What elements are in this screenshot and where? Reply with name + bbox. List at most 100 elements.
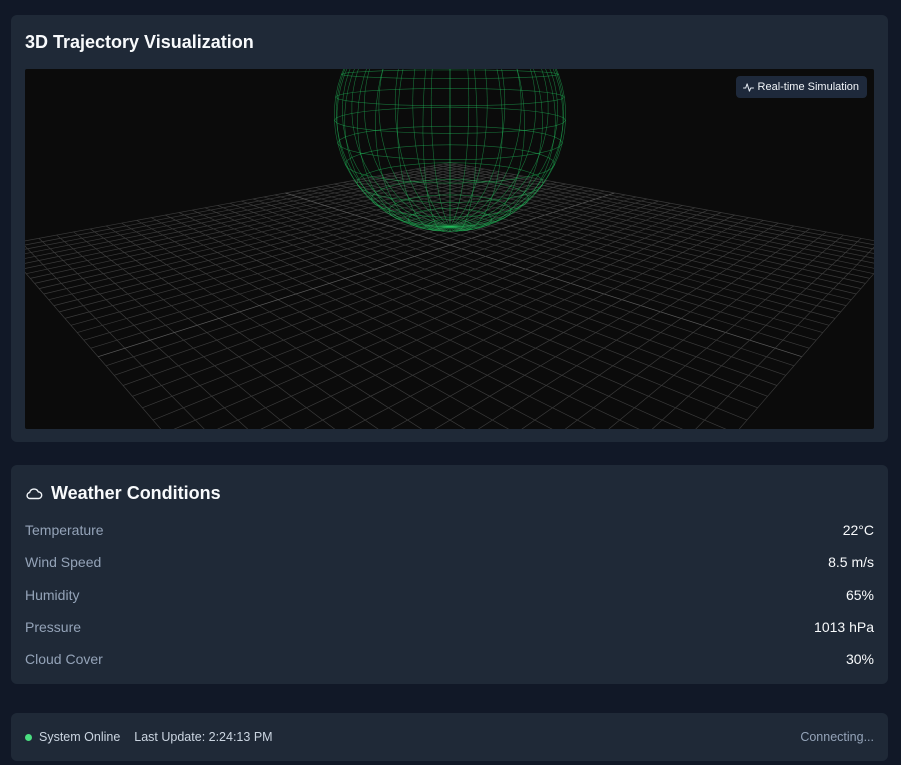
sphere-wire [360, 153, 365, 164]
sphere-wire [369, 169, 380, 173]
sphere-wire [531, 71, 543, 73]
metric-label: Cloud Cover [25, 651, 103, 667]
sphere-wire [363, 164, 368, 176]
sphere-wire [351, 75, 364, 78]
sphere-wire [376, 143, 379, 156]
sphere-wire [533, 69, 537, 77]
sphere-wire [431, 69, 433, 80]
metric-value: 8.5 m/s [828, 554, 874, 570]
sphere-wire [498, 157, 501, 171]
sphere-wire [401, 156, 405, 166]
metric-row-wind-speed: Wind Speed 8.5 m/s [25, 552, 874, 572]
trajectory-panel: 3D Trajectory Visualization Real-time Si… [11, 15, 888, 442]
sphere-wire [564, 97, 566, 109]
sphere-wire [358, 89, 362, 103]
sphere-wire [335, 131, 338, 144]
sphere-wire [547, 157, 554, 162]
sphere-wire [417, 154, 420, 164]
sphere-wire [364, 109, 379, 112]
sphere-wire [486, 117, 488, 128]
sphere-wire [483, 136, 486, 146]
sphere-wire [438, 219, 443, 221]
sphere-wire [533, 121, 536, 132]
metric-row-temperature: Temperature 22°C [25, 520, 874, 540]
sphere-wire [397, 131, 423, 134]
sphere-wire [415, 145, 418, 156]
sphere-wire [533, 131, 546, 135]
sphere-wire [495, 165, 510, 168]
sphere-wire [497, 147, 501, 157]
sphere-wire [545, 82, 548, 93]
sphere-wire [555, 75, 560, 88]
sphere-wire [473, 69, 476, 79]
sphere-wire [374, 203, 383, 211]
sphere-wire [504, 108, 522, 111]
grid-line [64, 183, 566, 319]
grid-line [105, 194, 626, 367]
sphere-wire [521, 90, 524, 104]
sphere-wire [520, 109, 522, 120]
connection-status: Connecting... [800, 730, 874, 744]
sphere-wire [354, 71, 358, 83]
realtime-simulation-badge: Real-time Simulation [735, 76, 867, 98]
sphere-wire [377, 155, 381, 168]
sphere-wire [556, 93, 563, 96]
sphere-wire [485, 127, 487, 137]
sphere-wire [532, 164, 537, 176]
sphere-wire [382, 139, 385, 150]
sphere-wire [508, 158, 513, 168]
sphere-wire [364, 91, 366, 102]
sphere-wire [475, 91, 477, 106]
grid-line [429, 166, 874, 254]
sphere-wire [337, 93, 344, 96]
metric-label: Humidity [25, 587, 80, 603]
sphere-wire [519, 119, 521, 130]
sphere-wire [495, 156, 499, 166]
sphere-wire [365, 89, 380, 92]
sphere-wire [358, 102, 377, 105]
sphere-wire [356, 166, 363, 177]
sphere-wire [486, 88, 505, 90]
sphere-wire [519, 155, 523, 168]
sphere-wire [564, 120, 566, 133]
sphere-wire [395, 118, 397, 129]
sphere-wire [551, 88, 555, 101]
sphere-wire [432, 145, 434, 155]
sphere-wire [520, 169, 531, 173]
sphere-wire [520, 90, 522, 101]
sphere-wire [467, 135, 469, 146]
sphere-wire [375, 130, 377, 144]
sphere-wire [342, 113, 352, 116]
sphere-wire [551, 72, 557, 74]
sphere-wire [379, 119, 381, 130]
sphere-wire [418, 162, 435, 165]
sphere-wire [336, 98, 339, 112]
sphere-wire [342, 115, 344, 127]
sphere-wire [498, 77, 520, 79]
sphere-wire [551, 72, 555, 84]
sphere-wire [396, 126, 414, 129]
sphere-wire [548, 113, 558, 116]
sphere-wire [545, 133, 555, 138]
3d-viewport[interactable]: Real-time Simulation [25, 69, 874, 429]
sphere-wire [520, 89, 535, 92]
grid-line [315, 187, 823, 333]
status-bar: System Online Last Update: 2:24:13 PM Co… [11, 713, 888, 761]
sphere-wire [375, 130, 398, 133]
sphere-wire [394, 89, 396, 100]
grid-line [25, 271, 162, 429]
metric-label: Pressure [25, 619, 82, 635]
online-indicator [25, 733, 32, 741]
sphere-wire [535, 153, 540, 164]
sphere-wire [504, 108, 506, 119]
sphere-wire [539, 153, 549, 158]
sphere-wire [346, 157, 353, 162]
sphere-wire [399, 157, 424, 160]
sphere-wire [376, 90, 379, 104]
sphere-wire [553, 100, 556, 114]
metric-value: 65% [845, 587, 874, 603]
sphere-wire [534, 91, 536, 102]
sphere-wire [352, 90, 366, 93]
sphere-wire [380, 77, 402, 79]
sphere-wire [485, 79, 488, 89]
